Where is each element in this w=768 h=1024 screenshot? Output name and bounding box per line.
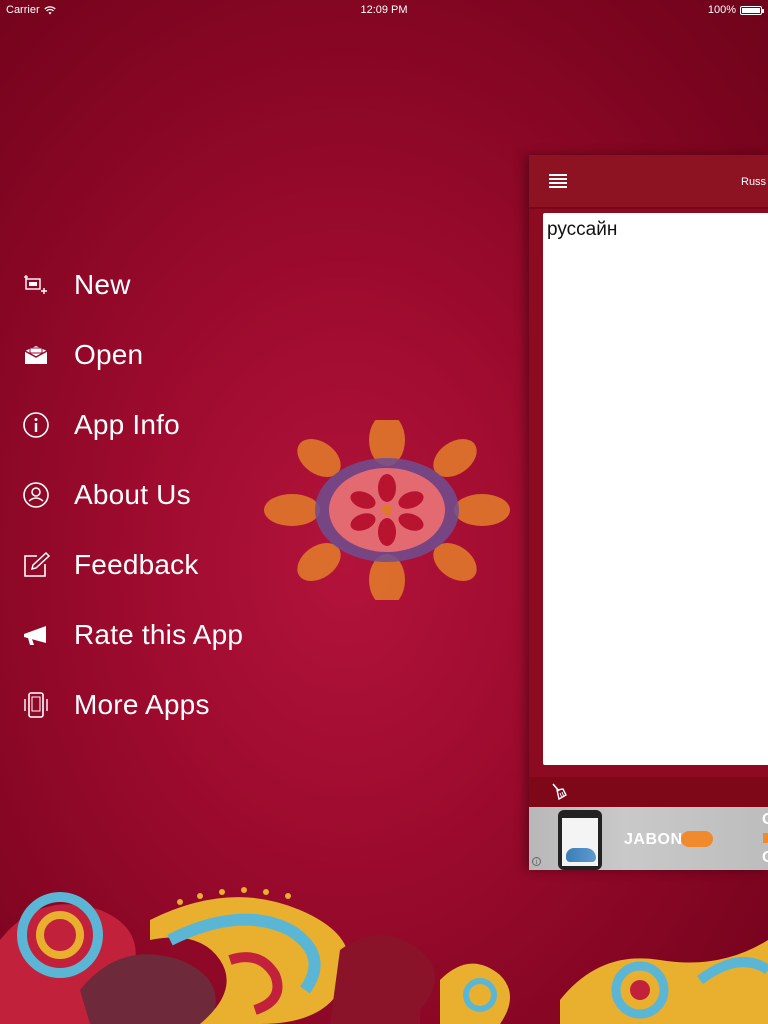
status-time: 12:09 PM — [360, 4, 408, 16]
ad-tag — [681, 831, 713, 847]
phone-apps-icon — [22, 691, 50, 719]
battery-percent: 100% — [707, 4, 736, 16]
ad-banner[interactable]: i JABONG O O — [529, 807, 768, 870]
menu-item-new[interactable]: New — [0, 250, 320, 320]
menu-label-new: New — [74, 269, 131, 300]
status-right: 100% — [707, 4, 764, 16]
ad-info-icon[interactable]: i — [532, 857, 541, 866]
menu-item-rate-this-app[interactable]: Rate this App — [0, 600, 320, 670]
menu-label-app-info: App Info — [74, 409, 180, 440]
info-icon — [22, 411, 50, 439]
panel-title: Russ — [741, 176, 767, 188]
ad-text-bottom: O — [762, 849, 768, 867]
menu-item-more-apps[interactable]: More Apps — [0, 670, 320, 740]
menu-item-open[interactable]: Open — [0, 320, 320, 390]
broom-icon[interactable] — [549, 782, 569, 802]
new-document-icon — [22, 271, 50, 299]
menu-label-open: Open — [74, 339, 144, 370]
battery-icon — [740, 5, 764, 15]
text-editor[interactable]: руссайн — [543, 213, 768, 765]
menu-label-about-us: About Us — [74, 479, 191, 510]
user-circle-icon — [22, 481, 50, 509]
panel-footer — [529, 777, 768, 807]
open-folder-icon — [22, 341, 50, 369]
ad-shoe-image — [566, 848, 596, 862]
bottom-swirl-decoration — [0, 887, 768, 1024]
panel-header: Russ — [529, 155, 768, 209]
menu-label-more-apps: More Apps — [74, 689, 210, 720]
status-bar: Carrier 12:09 PM 100% — [0, 0, 768, 20]
menu-item-app-info[interactable]: App Info — [0, 390, 320, 460]
ad-accent-mark — [763, 833, 768, 843]
ad-text-top: O — [762, 811, 768, 829]
menu-label-feedback: Feedback — [74, 549, 199, 580]
ad-phone-image — [558, 810, 602, 870]
menu-item-about-us[interactable]: About Us — [0, 460, 320, 530]
menu-label-rate-this-app: Rate this App — [74, 619, 244, 650]
megaphone-icon — [22, 621, 50, 649]
menu-item-feedback[interactable]: Feedback — [0, 530, 320, 600]
main-panel: Russ руссайн i JABONG O O — [529, 155, 768, 870]
edit-icon — [22, 551, 50, 579]
hamburger-icon[interactable] — [549, 174, 567, 188]
